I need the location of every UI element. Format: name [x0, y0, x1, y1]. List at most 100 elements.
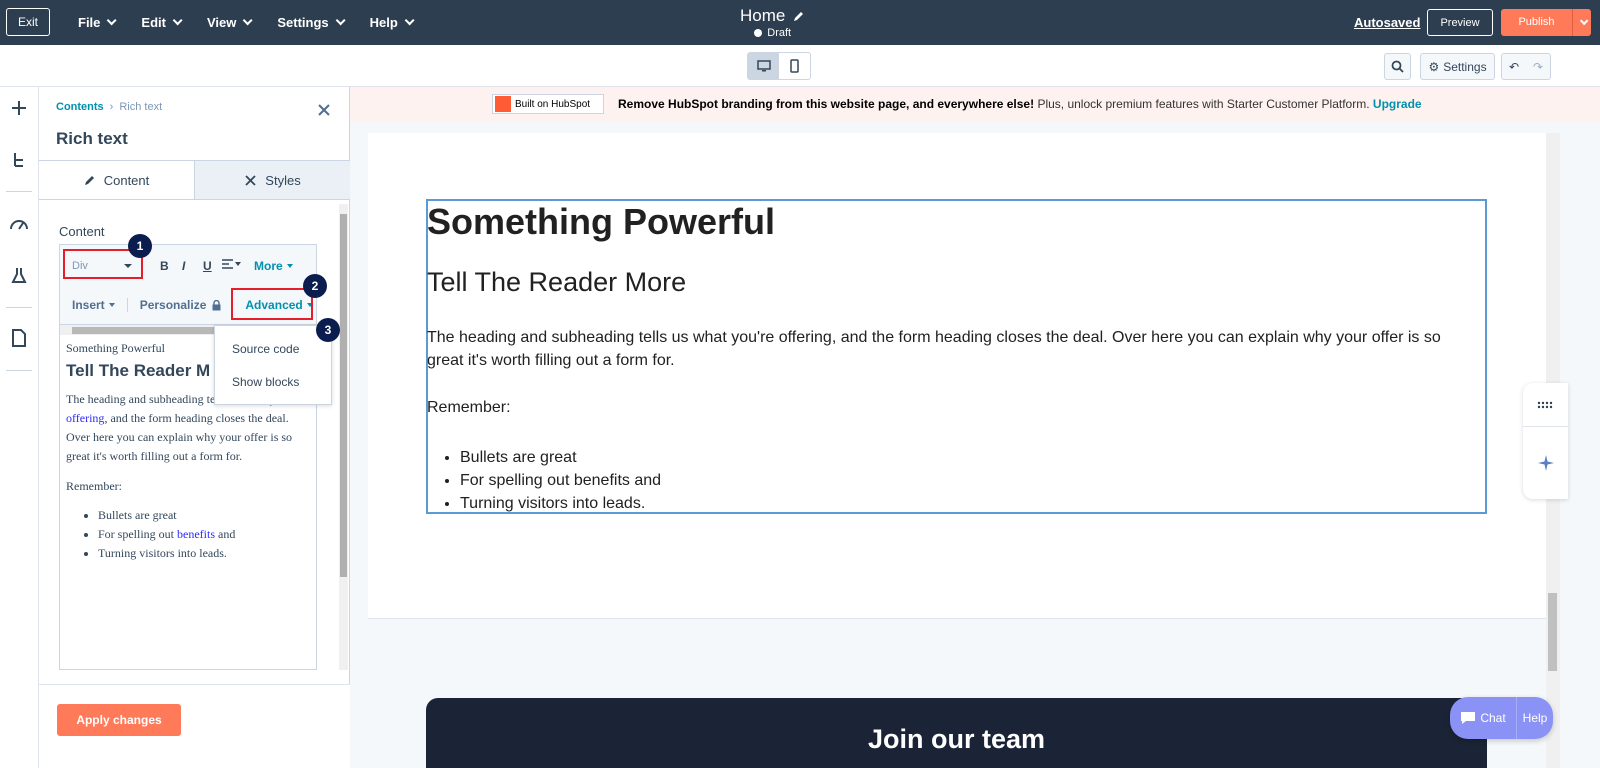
pencil-icon [84, 176, 94, 185]
dropdown-caret-icon [108, 303, 115, 307]
rail-divider [6, 370, 32, 371]
insert-button[interactable]: Insert [72, 298, 128, 312]
align-dropdown[interactable] [222, 259, 241, 269]
help-button[interactable]: Help [1517, 711, 1553, 725]
menu-file[interactable]: File [78, 15, 117, 30]
grid-dots-icon [1537, 401, 1552, 408]
chevron-down-icon [404, 15, 415, 26]
tab-styles-label: Styles [265, 172, 301, 188]
flask-icon[interactable] [8, 264, 30, 286]
step-badge-1: 1 [128, 234, 152, 258]
menu-view[interactable]: View [206, 15, 253, 30]
menu-item-source-code[interactable]: Source code [232, 342, 299, 356]
pencil-icon[interactable] [793, 10, 805, 22]
banner-text: Remove HubSpot branding from this websit… [618, 97, 1422, 111]
settings-button[interactable]: ⚙ Settings [1420, 53, 1495, 80]
rich-text-module[interactable]: Something Powerful Tell The Reader More … [426, 199, 1487, 514]
canvas-paragraph-text: The heading and subheading tells us what… [427, 329, 779, 346]
grid-dots-button[interactable] [1523, 383, 1568, 427]
floating-side-tools [1523, 383, 1568, 499]
publish-button[interactable]: Publish [1501, 9, 1591, 36]
editor-offering-link[interactable]: offering [66, 411, 104, 425]
mobile-icon [790, 59, 799, 73]
align-left-icon [222, 259, 233, 269]
canvas-benefits-link[interactable]: benefits [574, 472, 630, 489]
redo-icon[interactable]: ↷ [1526, 60, 1550, 74]
badge-text: Built on HubSpot [515, 98, 591, 110]
canvas-offering-link[interactable]: offering [779, 329, 832, 346]
menu-settings[interactable]: Settings [277, 15, 346, 30]
speedometer-icon[interactable] [8, 213, 30, 235]
editor-remember: Remember: [66, 479, 122, 493]
advanced-dropdown-menu: Source code Show blocks [214, 325, 332, 405]
close-icon[interactable] [317, 103, 331, 117]
main-menu: File Edit View Settings Help [78, 0, 439, 45]
apply-changes-button[interactable]: Apply changes [57, 704, 181, 736]
scrollbar-thumb[interactable] [340, 214, 347, 577]
chevron-down-icon [1579, 16, 1589, 25]
tab-styles[interactable]: Styles [195, 161, 350, 199]
top-bar: Exit File Edit View Settings Help Home D… [0, 0, 1600, 45]
ai-sparkle-button[interactable] [1523, 441, 1568, 485]
canvas-bullet-list: Bullets are great For spelling out benef… [460, 446, 661, 515]
menu-edit[interactable]: Edit [141, 15, 183, 30]
exit-button[interactable]: Exit [6, 8, 50, 36]
mobile-view-button[interactable] [779, 53, 810, 79]
more-label: More [254, 259, 283, 273]
status-dot-icon [754, 29, 763, 37]
page-icon[interactable] [8, 327, 30, 349]
menu-view-label: View [206, 15, 237, 30]
add-icon[interactable] [8, 97, 30, 119]
dropdown-caret-icon [286, 264, 293, 268]
list-item: For spelling out benefits and [460, 469, 661, 492]
highlight-advanced-button [231, 288, 313, 320]
canvas-heading2: Tell The Reader More [427, 267, 687, 297]
more-button[interactable]: More [254, 259, 293, 273]
menu-help[interactable]: Help [369, 15, 415, 30]
scrollbar-thumb[interactable] [1548, 593, 1557, 671]
preview-button[interactable]: Preview [1427, 9, 1493, 36]
built-on-hubspot-badge: Built on HubSpot [492, 94, 604, 114]
tab-content[interactable]: Content [39, 161, 195, 199]
panel-title: Rich text [56, 129, 128, 148]
section-divider [368, 618, 1546, 619]
chat-widget[interactable]: Chat Help [1450, 697, 1553, 739]
chevron-down-icon [107, 15, 117, 26]
autosaved-link[interactable]: Autosaved [1354, 15, 1420, 30]
search-button[interactable] [1384, 53, 1411, 80]
editor-benefits-link[interactable]: benefits [177, 527, 215, 541]
chevron-down-icon [243, 15, 253, 26]
join-team-heading: Join our team [867, 724, 1046, 754]
join-team-section[interactable]: Join our team [426, 698, 1487, 768]
desktop-view-button[interactable] [748, 53, 779, 79]
list-item-text: and [629, 472, 662, 489]
bold-button[interactable]: B [160, 259, 169, 273]
chat-label: Chat [1480, 711, 1506, 725]
panel-scrollbar[interactable] [339, 204, 348, 670]
chat-button[interactable]: Chat [1450, 697, 1517, 739]
undo-icon[interactable]: ↶ [1502, 60, 1526, 74]
publish-label: Publish [1501, 9, 1573, 36]
breadcrumb-contents[interactable]: Contents [56, 101, 104, 113]
page-title[interactable]: Home [740, 6, 805, 26]
list-item: Bullets are great [98, 506, 310, 525]
status-badge: Draft [740, 27, 805, 39]
publish-dropdown[interactable] [1573, 16, 1591, 26]
list-item: For spelling out benefits and [98, 525, 310, 544]
left-rail [0, 87, 39, 768]
menu-settings-label: Settings [277, 15, 329, 30]
upgrade-link[interactable]: Upgrade [1373, 97, 1422, 111]
page-title-block: Home Draft [740, 6, 805, 39]
status-text: Draft [767, 27, 792, 39]
scrollbar-thumb[interactable] [72, 327, 222, 334]
banner-bold-text: Remove HubSpot branding from this websit… [618, 97, 1035, 111]
underline-button[interactable]: U [203, 259, 212, 273]
italic-button[interactable]: I [182, 259, 185, 273]
personalize-button[interactable]: Personalize [128, 298, 238, 312]
menu-item-show-blocks[interactable]: Show blocks [232, 375, 299, 389]
canvas-remember: Remember: [427, 399, 511, 416]
step-badge-2: 2 [303, 274, 327, 298]
menu-help-label: Help [369, 15, 398, 30]
layers-tree-icon[interactable] [8, 149, 30, 171]
step-badge-3: 3 [316, 318, 340, 342]
